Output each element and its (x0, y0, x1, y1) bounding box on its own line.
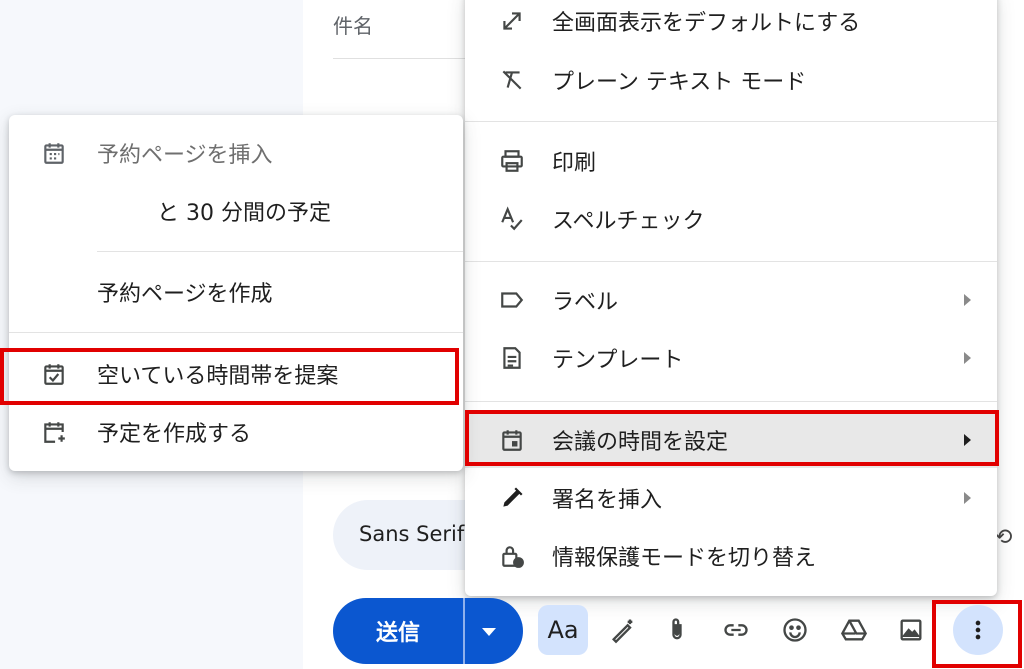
printer-icon (495, 144, 529, 178)
send-button[interactable]: 送信 (333, 615, 463, 647)
menu-item-label: スペルチェック (552, 209, 705, 234)
submenu-item-insert-booking-page: 予約ページを挿入 (9, 125, 463, 181)
menu-item-fullscreen-default[interactable]: 全画面表示をデフォルトにする (465, 0, 997, 49)
menu-divider (9, 332, 463, 333)
more-options-menu: 全画面表示をデフォルトにする プレーン テキスト モード 印刷 スペルチェック … (465, 0, 997, 596)
menu-divider (97, 251, 463, 252)
send-button-group: 送信 (333, 598, 523, 664)
menu-item-label-submenu[interactable]: ラベル (465, 272, 997, 328)
label-tag-icon (495, 283, 529, 317)
menu-item-label: 署名を挿入 (552, 488, 663, 513)
menu-item-template[interactable]: テンプレート (465, 330, 997, 386)
menu-item-insert-signature[interactable]: 署名を挿入 (465, 470, 997, 526)
menu-divider (465, 121, 997, 122)
chevron-right-icon (964, 352, 971, 364)
spellcheck-icon (495, 202, 529, 236)
emoji-icon[interactable] (770, 605, 820, 655)
subject-divider (333, 58, 473, 59)
menu-item-label: テンプレート (552, 348, 684, 373)
calendar-grid-icon (37, 136, 71, 170)
menu-item-spellcheck[interactable]: スペルチェック (465, 191, 997, 247)
calendar-add-icon (37, 415, 71, 449)
document-icon (495, 341, 529, 375)
pen-icon (495, 481, 529, 515)
submenu-item-duration[interactable]: と 30 分間の予定 (9, 183, 463, 239)
link-icon[interactable] (711, 605, 761, 655)
chevron-right-icon (964, 434, 971, 446)
submenu-item-create-event[interactable]: 予定を作成する (9, 404, 463, 460)
menu-item-label: 印刷 (552, 151, 597, 176)
attachment-icon[interactable] (652, 605, 702, 655)
menu-item-label: 会議の時間を設定 (552, 430, 729, 455)
font-selector[interactable]: Sans Serif (359, 522, 464, 546)
format-clear-icon (495, 63, 529, 97)
undo-icon[interactable]: ⟲ (994, 525, 1024, 550)
lock-clock-icon (495, 539, 529, 573)
calendar-check-icon (37, 357, 71, 391)
subject-label[interactable]: 件名 (333, 10, 373, 39)
expand-diagonal-icon (495, 4, 529, 38)
format-label: Aa (547, 616, 579, 644)
submenu-item-label: 予約ページを作成 (97, 282, 273, 307)
submenu-item-label: と 30 分間の予定 (157, 201, 331, 226)
menu-divider (465, 261, 997, 262)
calendar-event-icon (495, 423, 529, 457)
chevron-right-icon (964, 492, 971, 504)
submenu-item-label: 空いている時間帯を提案 (97, 364, 339, 389)
schedule-submenu: 予約ページを挿入 と 30 分間の予定 予約ページを作成 空いている時間帯を提案… (9, 115, 463, 471)
chevron-right-icon (964, 294, 971, 306)
menu-item-plain-text[interactable]: プレーン テキスト モード (465, 52, 997, 108)
send-divider (463, 598, 465, 664)
menu-item-print[interactable]: 印刷 (465, 133, 997, 189)
menu-item-label: 情報保護モードを切り替え (552, 546, 817, 571)
ai-pen-icon[interactable] (598, 605, 648, 655)
more-vert-icon[interactable] (953, 605, 1003, 655)
submenu-item-suggest-times[interactable]: 空いている時間帯を提案 (9, 346, 463, 402)
drive-icon[interactable] (829, 605, 879, 655)
menu-divider (465, 401, 997, 402)
menu-item-label: プレーン テキスト モード (552, 70, 807, 95)
image-icon[interactable] (886, 605, 936, 655)
formatting-options-button[interactable]: Aa (538, 605, 588, 655)
chevron-down-icon[interactable] (482, 628, 496, 636)
menu-item-label: 全画面表示をデフォルトにする (552, 11, 861, 36)
menu-item-label: ラベル (552, 290, 619, 315)
menu-item-confidential-mode[interactable]: 情報保護モードを切り替え (465, 528, 997, 584)
submenu-item-create-booking-page[interactable]: 予約ページを作成 (9, 264, 463, 320)
submenu-item-label: 予約ページを挿入 (97, 143, 273, 168)
menu-item-schedule-meeting[interactable]: 会議の時間を設定 (465, 412, 997, 468)
submenu-item-label: 予定を作成する (97, 422, 252, 447)
